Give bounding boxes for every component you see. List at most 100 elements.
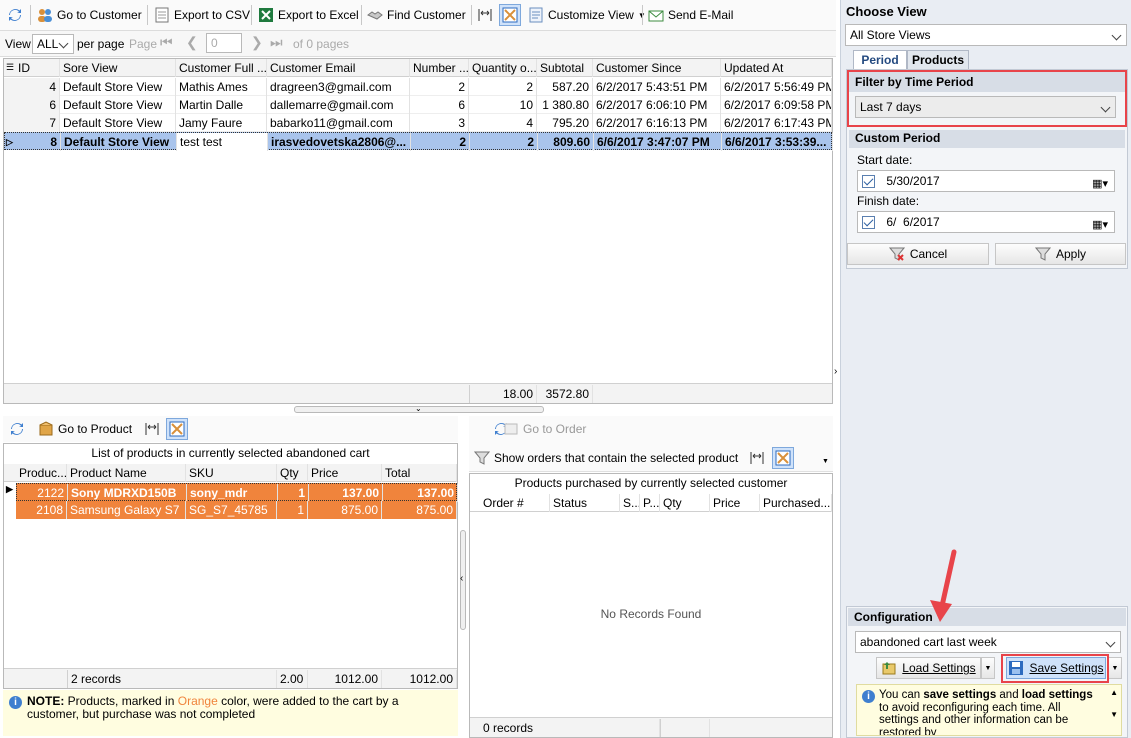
column-header-product-id[interactable]: Produc... xyxy=(16,464,67,482)
table-row[interactable]: 7 Default Store View Jamy Faure babarko1… xyxy=(4,114,832,132)
calendar-icon[interactable]: ▦▾ xyxy=(1092,215,1108,235)
column-header-store[interactable]: Sore View xyxy=(60,59,176,77)
filter-icon xyxy=(473,450,491,466)
go-to-customer-button[interactable]: Go to Customer xyxy=(37,4,142,26)
grid-menu-icon[interactable]: ☰ xyxy=(6,62,14,73)
scroll-up-icon[interactable]: ▲ xyxy=(1110,687,1118,700)
load-settings-button[interactable]: Load Settings xyxy=(876,657,981,679)
column-header-order[interactable]: Order # xyxy=(480,494,550,512)
column-header-p[interactable]: P... xyxy=(640,494,660,512)
fit-columns-icon xyxy=(144,421,160,437)
overflow-caret-icon[interactable]: ▼ xyxy=(822,458,829,465)
pager-bar xyxy=(0,31,836,57)
last-page-icon[interactable]: ⏭ xyxy=(270,34,283,51)
orders-caption: Products purchased by currently selected… xyxy=(514,476,788,490)
go-to-customer-label: Go to Customer xyxy=(57,8,142,22)
export-excel-button[interactable]: Export to Excel xyxy=(258,4,359,26)
view-label: View xyxy=(5,37,31,51)
customers-grid: ID Sore View Customer Full ... Customer … xyxy=(3,58,833,404)
column-header-sku[interactable]: SKU xyxy=(186,464,277,482)
calendar-icon[interactable]: ▦▾ xyxy=(1092,174,1108,194)
column-header-updated[interactable]: Updated At xyxy=(721,59,832,77)
grid-layout-button[interactable] xyxy=(166,418,188,440)
apply-button[interactable]: Apply xyxy=(995,243,1126,265)
column-header-price[interactable]: Price xyxy=(308,464,382,482)
export-csv-label: Export to CSV xyxy=(174,8,251,22)
column-header-qty[interactable]: Qty xyxy=(660,494,710,512)
configuration-select[interactable]: abandoned cart last week xyxy=(855,631,1121,653)
store-view-select[interactable]: All Store Views xyxy=(845,24,1127,46)
collapse-right-icon[interactable]: › xyxy=(834,366,837,377)
table-row[interactable]: 4 Default Store View Mathis Ames dragree… xyxy=(4,78,832,96)
products-grid-footer: 2 records 2.00 1012.00 1012.00 xyxy=(4,668,457,688)
refresh-icon xyxy=(7,7,23,23)
grid-layout-button[interactable] xyxy=(499,4,521,26)
refresh-icon[interactable] xyxy=(9,421,25,437)
go-to-order-button[interactable]: Go to Order xyxy=(503,418,586,440)
load-icon xyxy=(881,660,897,676)
column-header-number[interactable]: Number ... xyxy=(410,59,469,77)
custom-period-title: Custom Period xyxy=(855,131,941,145)
send-email-label: Send E-Mail xyxy=(668,8,734,22)
send-email-button[interactable]: Send E-Mail xyxy=(648,4,733,26)
column-header-total[interactable]: Total xyxy=(382,464,457,482)
cancel-button[interactable]: Cancel xyxy=(847,243,989,265)
fit-columns-icon xyxy=(477,7,493,23)
save-settings-dropdown[interactable]: ▼ xyxy=(1108,657,1122,679)
scroll-down-icon[interactable]: ▼ xyxy=(1110,709,1118,722)
export-csv-button[interactable]: Export to CSV xyxy=(154,4,250,26)
prev-page-icon[interactable]: ❮ xyxy=(186,34,198,51)
grid-layout-button[interactable] xyxy=(772,447,794,469)
column-header-name[interactable]: Customer Full ... xyxy=(176,59,267,77)
customize-view-button[interactable]: Customize View ▼ xyxy=(528,4,646,26)
column-header-quantity[interactable]: Quantity o... xyxy=(469,59,537,77)
finish-date-field[interactable]: 6/ 6/2017 ▦▾ xyxy=(857,211,1115,233)
fit-columns-button[interactable] xyxy=(477,4,493,26)
per-page-label: per page xyxy=(77,37,125,51)
start-date-field[interactable]: 5/30/2017 ▦▾ xyxy=(857,170,1115,192)
page-number-input[interactable]: 0 xyxy=(206,33,242,53)
column-header-qty[interactable]: Qty xyxy=(277,464,308,482)
order-icon xyxy=(503,421,519,437)
grid-icon xyxy=(775,450,791,466)
fit-columns-button[interactable] xyxy=(144,418,160,440)
first-page-icon[interactable]: ⏮ xyxy=(160,34,173,51)
finish-date-checkbox[interactable] xyxy=(862,216,875,230)
collapse-left-icon[interactable]: ‹ xyxy=(460,573,463,584)
chevron-down-icon xyxy=(1111,30,1122,41)
fit-columns-button[interactable] xyxy=(749,447,765,469)
column-header-s[interactable]: S... xyxy=(620,494,640,512)
column-header-purchased[interactable]: Purchased... xyxy=(760,494,832,512)
table-row-selected[interactable]: ▶ 2122 Sony MDRXD150B sony_mdr 1 137.00 … xyxy=(6,483,458,502)
go-to-product-button[interactable]: Go to Product xyxy=(38,418,132,440)
next-page-icon[interactable]: ❯ xyxy=(251,34,263,51)
grid-icon xyxy=(169,421,185,437)
footer-total: 1012.00 xyxy=(382,670,457,688)
table-row-selected[interactable]: ▷ 8 Default Store View test test irasvedo… xyxy=(4,132,833,151)
customers-grid-header: ID Sore View Customer Full ... Customer … xyxy=(4,59,832,77)
load-settings-dropdown[interactable]: ▼ xyxy=(981,657,995,679)
highlight-box xyxy=(1001,654,1109,683)
find-customer-button[interactable]: Find Customer xyxy=(367,4,466,26)
tab-products[interactable]: Products xyxy=(907,50,969,69)
finish-date-label: Finish date: xyxy=(857,194,920,208)
refresh-button[interactable] xyxy=(7,4,23,26)
view-select[interactable]: ALL xyxy=(32,34,74,54)
column-header-email[interactable]: Customer Email xyxy=(267,59,410,77)
column-header-subtotal[interactable]: Subtotal xyxy=(537,59,593,77)
column-header-since[interactable]: Customer Since xyxy=(593,59,721,77)
splitter-chevron-icon[interactable]: ⌄ xyxy=(415,404,422,413)
show-orders-filter-button[interactable]: Show orders that contain the selected pr… xyxy=(473,447,738,469)
start-date-checkbox[interactable] xyxy=(862,175,875,189)
row-indicator-icon: ▷ xyxy=(6,137,13,147)
filter-clear-icon xyxy=(888,246,905,262)
column-header-status[interactable]: Status xyxy=(550,494,620,512)
products-grid: List of products in currently selected a… xyxy=(3,443,458,689)
column-header-product-name[interactable]: Product Name xyxy=(67,464,186,482)
table-row[interactable]: 2108 Samsung Galaxy S7 SG_S7_45785 1 875… xyxy=(16,501,457,519)
table-row[interactable]: 6 Default Store View Martin Dalle dallem… xyxy=(4,96,832,114)
column-header-price[interactable]: Price xyxy=(710,494,760,512)
tab-period[interactable]: Period xyxy=(853,50,907,69)
info-icon: i xyxy=(862,690,875,703)
go-to-order-label: Go to Order xyxy=(523,422,587,436)
